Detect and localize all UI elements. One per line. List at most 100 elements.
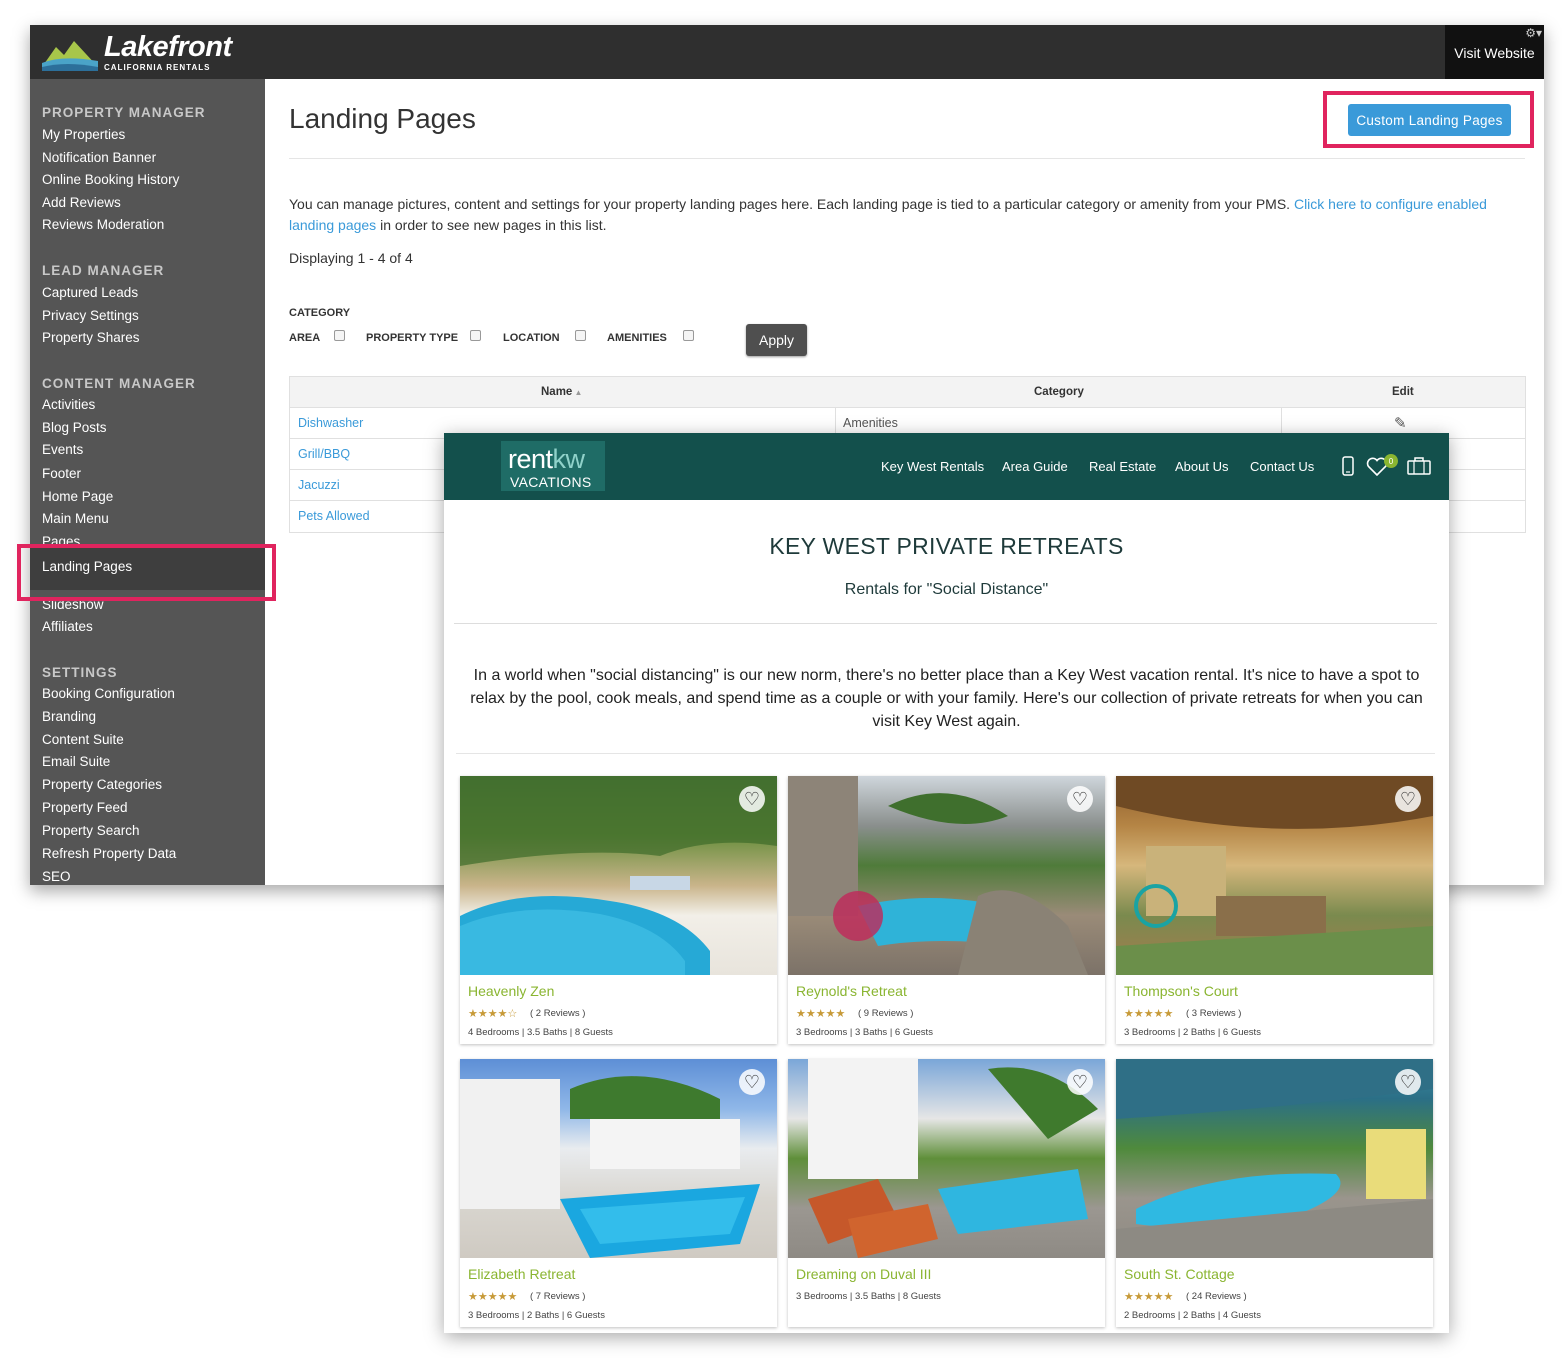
sidebar-item-refresh-property-data[interactable]: Refresh Property Data — [42, 846, 176, 861]
sidebar-item-reviews-moderation[interactable]: Reviews Moderation — [42, 217, 164, 232]
brand-name: Lakefront — [104, 31, 232, 63]
filter-label-amenities: AMENITIES — [607, 332, 667, 344]
property-name[interactable]: Heavenly Zen — [468, 983, 554, 999]
logo-kw: kw — [552, 444, 586, 474]
favorite-heart-icon[interactable]: ♡ — [1067, 786, 1093, 812]
filter-checkbox-property-type[interactable] — [470, 330, 481, 341]
property-card-south-st-cottage[interactable]: ♡ South St. Cottage ★★★★★ ( 24 Reviews )… — [1116, 1059, 1433, 1327]
phone-icon[interactable] — [1342, 456, 1354, 476]
visit-website-button[interactable]: Visit Website ⚙▾ — [1445, 25, 1544, 79]
property-card-elizabeth-retreat[interactable]: ♡ Elizabeth Retreat ★★★★★ ( 7 Reviews ) … — [460, 1059, 777, 1327]
intro-text: You can manage pictures, content and set… — [289, 196, 1291, 212]
logo-line2: VACATIONS — [510, 474, 592, 490]
gear-icon[interactable]: ⚙▾ — [1525, 26, 1542, 40]
rental-website-preview: rentkw VACATIONS Key West Rentals Area G… — [444, 433, 1449, 1333]
sidebar-item-property-categories[interactable]: Property Categories — [42, 777, 162, 792]
luggage-icon[interactable] — [1407, 457, 1431, 475]
nav-about-us[interactable]: About Us — [1175, 459, 1228, 474]
sidebar-item-email-suite[interactable]: Email Suite — [42, 754, 110, 769]
sidebar-item-footer[interactable]: Footer — [42, 466, 81, 481]
table-header: Name ▲ Category Edit — [290, 377, 1525, 408]
column-header-name[interactable]: Name ▲ — [541, 386, 582, 398]
filter-checkbox-location[interactable] — [575, 330, 586, 341]
sidebar-item-home-page[interactable]: Home Page — [42, 489, 113, 504]
admin-top-bar: Lakefront CALIFORNIA RENTALS Visit Websi… — [30, 25, 1544, 79]
rating-stars-icon: ★★★★★ — [1124, 1291, 1174, 1303]
property-name[interactable]: Reynold's Retreat — [796, 983, 907, 999]
edit-pencil-icon[interactable]: ✎ — [1394, 414, 1407, 432]
favorite-heart-icon[interactable]: ♡ — [1067, 1069, 1093, 1095]
apply-filter-button[interactable]: Apply — [746, 324, 807, 356]
visit-website-label: Visit Website — [1454, 45, 1535, 61]
property-card-heavenly-zen[interactable]: ♡ Heavenly Zen ★★★★☆ ( 2 Reviews ) 4 Bed… — [460, 776, 777, 1044]
favorites-count-badge: 0 — [1384, 454, 1398, 468]
sidebar-item-activities[interactable]: Activities — [42, 397, 95, 412]
property-details: 3 Bedrooms | 2 Baths | 6 Guests — [468, 1310, 605, 1321]
sidebar-item-online-booking-history[interactable]: Online Booking History — [42, 172, 179, 187]
pool-scene-image — [1116, 1059, 1433, 1258]
filter-checkbox-amenities[interactable] — [683, 330, 694, 341]
lakefront-logo[interactable]: Lakefront CALIFORNIA RENTALS — [42, 31, 272, 75]
row-name-link[interactable]: Grill/BBQ — [298, 447, 350, 461]
review-count: ( 9 Reviews ) — [858, 1008, 914, 1019]
sidebar-item-add-reviews[interactable]: Add Reviews — [42, 195, 121, 210]
property-photo[interactable]: ♡ — [788, 1059, 1105, 1258]
nav-real-estate[interactable]: Real Estate — [1089, 459, 1156, 474]
sidebar-item-branding[interactable]: Branding — [42, 709, 96, 724]
logo-line1: rentkw — [508, 444, 585, 475]
property-details: 4 Bedrooms | 3.5 Baths | 8 Guests — [468, 1027, 613, 1038]
property-name[interactable]: South St. Cottage — [1124, 1266, 1235, 1282]
row-name-link[interactable]: Dishwasher — [298, 416, 363, 430]
property-photo[interactable]: ♡ — [460, 776, 777, 975]
property-photo[interactable]: ♡ — [1116, 1059, 1433, 1258]
property-photo[interactable]: ♡ — [1116, 776, 1433, 975]
sidebar-item-main-menu[interactable]: Main Menu — [42, 511, 109, 526]
sidebar-item-events[interactable]: Events — [42, 442, 83, 457]
category-filter-label: CATEGORY — [289, 307, 351, 319]
property-name[interactable]: Elizabeth Retreat — [468, 1266, 575, 1282]
property-card-dreaming-on-duval-iii[interactable]: ♡ Dreaming on Duval III 3 Bedrooms | 3.5… — [788, 1059, 1105, 1327]
rating-stars-icon: ★★★★☆ — [468, 1008, 518, 1020]
favorite-heart-icon[interactable]: ♡ — [1395, 786, 1421, 812]
filter-label-property-type: PROPERTY TYPE — [366, 332, 459, 344]
intro-tail: in order to see new pages in this list. — [380, 217, 607, 233]
sidebar-item-property-search[interactable]: Property Search — [42, 823, 140, 838]
property-card-reynolds-retreat[interactable]: ♡ Reynold's Retreat ★★★★★ ( 9 Reviews ) … — [788, 776, 1105, 1044]
sidebar-item-property-shares[interactable]: Property Shares — [42, 330, 140, 345]
landing-page-title: KEY WEST PRIVATE RETREATS — [769, 533, 1124, 559]
nav-contact-us[interactable]: Contact Us — [1250, 459, 1314, 474]
highlight-custom-landing-pages — [1323, 91, 1534, 148]
property-name[interactable]: Dreaming on Duval III — [796, 1266, 931, 1282]
sidebar-item-captured-leads[interactable]: Captured Leads — [42, 285, 138, 300]
property-photo[interactable]: ♡ — [788, 776, 1105, 975]
property-photo[interactable]: ♡ — [460, 1059, 777, 1258]
favorite-heart-icon[interactable]: ♡ — [739, 786, 765, 812]
sort-arrow-icon: ▲ — [572, 388, 583, 397]
review-count: ( 2 Reviews ) — [530, 1008, 586, 1019]
property-name[interactable]: Thompson's Court — [1124, 983, 1238, 999]
sidebar-section-property-manager: PROPERTY MANAGER — [42, 105, 206, 120]
sidebar-item-privacy-settings[interactable]: Privacy Settings — [42, 308, 139, 323]
row-name-link[interactable]: Pets Allowed — [298, 509, 370, 523]
row-name-link[interactable]: Jacuzzi — [298, 478, 340, 492]
sidebar-item-my-properties[interactable]: My Properties — [42, 127, 125, 142]
sidebar-item-seo[interactable]: SEO — [42, 869, 71, 884]
favorite-heart-icon[interactable]: ♡ — [739, 1069, 765, 1095]
highlight-landing-pages-menu — [17, 544, 276, 601]
sidebar-item-booking-configuration[interactable]: Booking Configuration — [42, 686, 175, 701]
rentkw-logo[interactable]: rentkw VACATIONS — [501, 441, 605, 491]
review-count: ( 24 Reviews ) — [1186, 1291, 1247, 1302]
sidebar-item-content-suite[interactable]: Content Suite — [42, 732, 124, 747]
pool-scene-image — [808, 1059, 1098, 1258]
sidebar-item-property-feed[interactable]: Property Feed — [42, 800, 128, 815]
sidebar-item-notification-banner[interactable]: Notification Banner — [42, 150, 156, 165]
property-card-thompsons-court[interactable]: ♡ Thompson's Court ★★★★★ ( 3 Reviews ) 3… — [1116, 776, 1433, 1044]
nav-key-west-rentals[interactable]: Key West Rentals — [881, 459, 984, 474]
review-count: ( 7 Reviews ) — [530, 1291, 586, 1302]
filter-checkbox-area[interactable] — [334, 330, 345, 341]
favorite-heart-icon[interactable]: ♡ — [1395, 1069, 1421, 1095]
property-details: 3 Bedrooms | 3.5 Baths | 8 Guests — [796, 1291, 941, 1302]
sidebar-item-affiliates[interactable]: Affiliates — [42, 619, 93, 634]
sidebar-item-blog-posts[interactable]: Blog Posts — [42, 420, 107, 435]
nav-area-guide[interactable]: Area Guide — [1002, 459, 1068, 474]
